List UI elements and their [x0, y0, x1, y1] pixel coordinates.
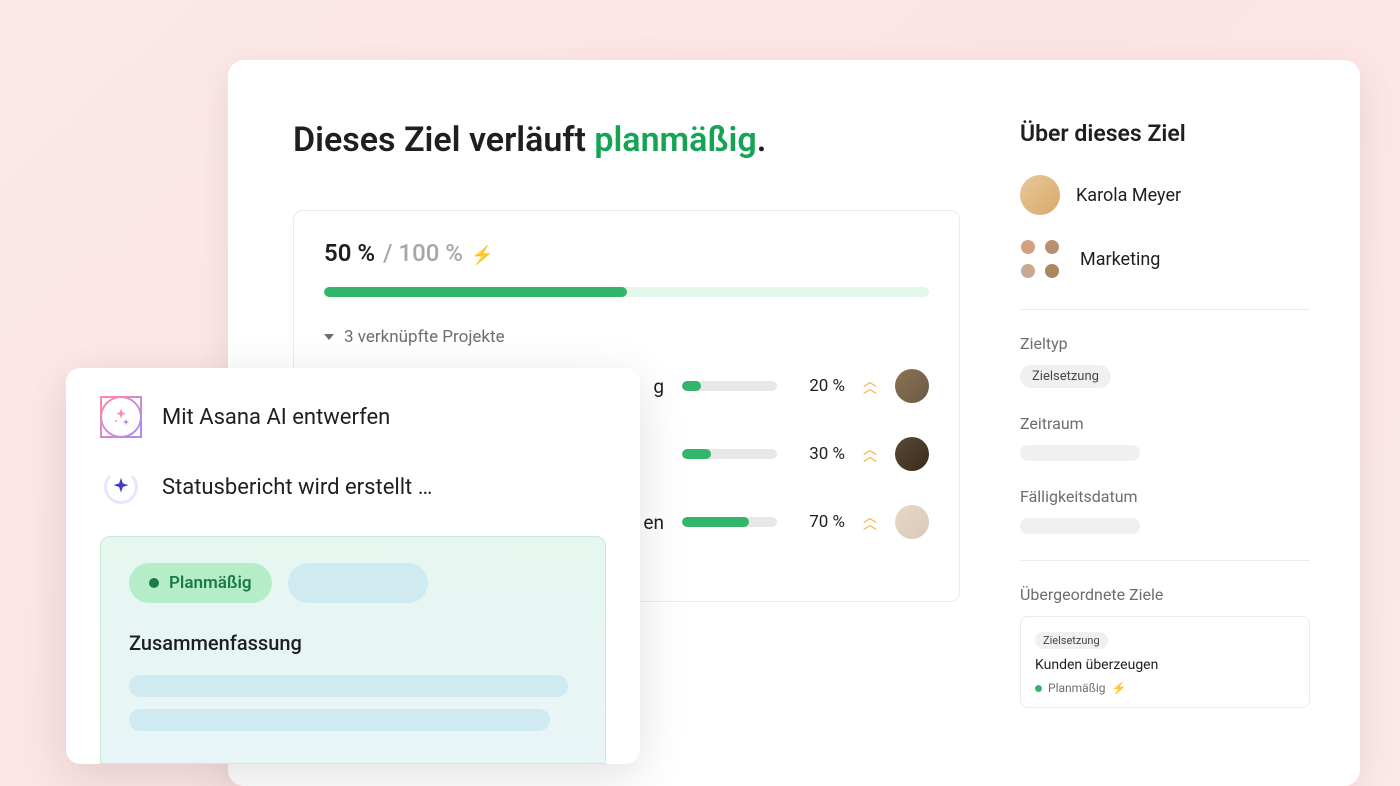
ai-draft-title: Mit Asana AI entwerfen	[162, 405, 390, 430]
owner-avatar	[1020, 175, 1060, 215]
parent-goal-status: Planmäßig ⚡	[1035, 681, 1295, 695]
parent-goal-type-pill: Zielsetzung	[1035, 632, 1108, 649]
project-percent: 70 %	[795, 512, 845, 532]
summary-line-placeholder	[129, 709, 550, 731]
due-date-field: Fälligkeitsdatum	[1020, 487, 1310, 534]
summary-line-placeholder	[129, 675, 568, 697]
goal-headline: Dieses Ziel verläuft planmäßig.	[293, 120, 960, 160]
ai-generating-text: Statusbericht wird erstellt …	[162, 475, 432, 500]
parent-goal-title: Kunden überzeugen	[1035, 657, 1295, 673]
goal-type-field: Zieltyp Zielsetzung	[1020, 334, 1310, 388]
ai-status-chips: Planmäßig	[129, 563, 577, 603]
progress-values: 50 % / 100 % ⚡	[324, 239, 929, 267]
progress-bar	[324, 287, 929, 297]
progress-bar-fill	[324, 287, 627, 297]
status-dot-icon	[149, 578, 159, 588]
due-value-placeholder[interactable]	[1020, 518, 1140, 534]
parent-goal-status-text: Planmäßig	[1048, 681, 1106, 695]
divider	[1020, 560, 1310, 561]
ai-draft-card: Mit Asana AI entwerfen Statusbericht wir…	[66, 368, 640, 764]
ai-generated-content: Planmäßig Zusammenfassung	[100, 536, 606, 764]
summary-title: Zusammenfassung	[129, 631, 577, 655]
team-name: Marketing	[1080, 249, 1160, 270]
project-progress-bar	[682, 381, 777, 391]
goal-team-row[interactable]: Marketing	[1020, 239, 1310, 279]
assignee-avatar[interactable]	[895, 505, 929, 539]
lightning-icon: ⚡	[1112, 681, 1127, 695]
linked-projects-label: 3 verknüpfte Projekte	[344, 327, 505, 347]
headline-status: planmäßig	[594, 120, 756, 160]
field-label: Zeitraum	[1020, 414, 1310, 433]
project-progress-bar	[682, 517, 777, 527]
headline-suffix: .	[757, 120, 767, 160]
on-track-chip[interactable]: Planmäßig	[129, 563, 272, 603]
divider	[1020, 309, 1310, 310]
progress-total: / 100 %	[383, 239, 463, 267]
ai-draft-header[interactable]: Mit Asana AI entwerfen	[100, 396, 606, 438]
sidebar-title: Über dieses Ziel	[1020, 120, 1310, 147]
on-track-chip-label: Planmäßig	[169, 573, 252, 593]
trend-up-icon: ︿︿	[863, 447, 877, 461]
owner-name: Karola Meyer	[1076, 185, 1181, 206]
period-value-placeholder[interactable]	[1020, 445, 1140, 461]
status-dot-icon	[1035, 685, 1042, 692]
team-avatar-cluster	[1020, 239, 1060, 279]
status-chip-placeholder[interactable]	[288, 563, 428, 603]
project-percent: 20 %	[795, 376, 845, 396]
headline-prefix: Dieses Ziel verläuft	[293, 120, 594, 160]
linked-projects-toggle[interactable]: 3 verknüpfte Projekte	[324, 327, 929, 347]
parent-goal-card[interactable]: Zielsetzung Kunden überzeugen Planmäßig …	[1020, 616, 1310, 708]
caret-down-icon	[324, 334, 334, 340]
period-field: Zeitraum	[1020, 414, 1310, 461]
assignee-avatar[interactable]	[895, 369, 929, 403]
field-label: Fälligkeitsdatum	[1020, 487, 1310, 506]
goal-sidebar: Über dieses Ziel Karola Meyer Marketing …	[1020, 120, 1310, 786]
lightning-icon: ⚡	[471, 245, 493, 266]
project-percent: 30 %	[795, 444, 845, 464]
ai-sparkle-icon	[100, 396, 142, 438]
project-progress-bar	[682, 449, 777, 459]
assignee-avatar[interactable]	[895, 437, 929, 471]
parent-goals-label: Übergeordnete Ziele	[1020, 585, 1310, 604]
trend-up-icon: ︿︿	[863, 379, 877, 393]
progress-current: 50 %	[324, 239, 375, 267]
ai-generating-row: Statusbericht wird erstellt …	[100, 466, 606, 508]
trend-up-icon: ︿︿	[863, 515, 877, 529]
field-label: Zieltyp	[1020, 334, 1310, 353]
ai-loading-icon	[100, 466, 142, 508]
goal-type-pill[interactable]: Zielsetzung	[1020, 365, 1111, 388]
goal-owner-row[interactable]: Karola Meyer	[1020, 175, 1310, 215]
